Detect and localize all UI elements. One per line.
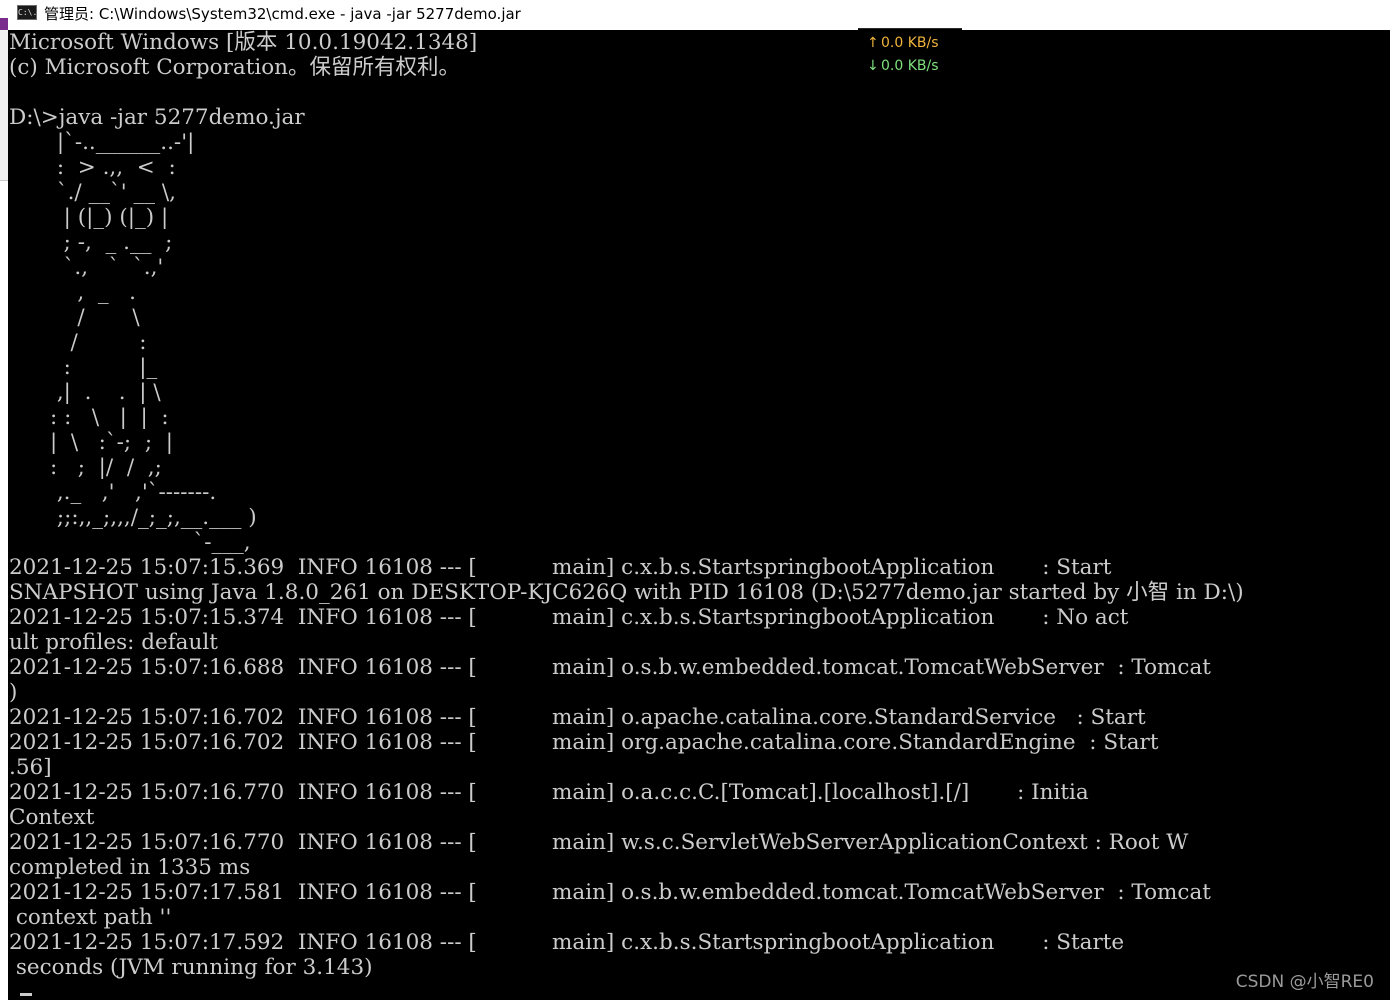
ascii-art-line: : ; |/ / ,;	[9, 455, 162, 480]
log-line: .56]	[9, 755, 52, 780]
console-line: (c) Microsoft Corporation。保留所有权利。	[9, 55, 460, 80]
arrow-up-icon: ↑	[867, 35, 879, 51]
ascii-art-line: | (|_) (|_) |	[9, 205, 169, 230]
watermark: CSDN @小智RE0	[1235, 972, 1374, 992]
ascii-art-line: `./ __`' __ \,	[9, 180, 176, 205]
ascii-art-line: ; -, _ .__ ;	[9, 230, 173, 255]
ascii-art-line: , _ .	[9, 280, 136, 305]
download-speed: ↓ 0.0 KB/s	[867, 58, 939, 74]
ascii-art-line: : > .,, < :	[9, 155, 176, 180]
console-line: Microsoft Windows [版本 10.0.19042.1348]	[9, 30, 478, 55]
ascii-art-line: ;;:,,_;,,,/_;_;,__.___ )	[9, 505, 257, 530]
ascii-art-line: : : \ | | :	[9, 405, 169, 430]
log-line: 2021-12-25 15:07:16.702 INFO 16108 --- […	[9, 730, 1159, 755]
ascii-art-line: `., ` `.,'	[9, 255, 164, 280]
log-line: )	[9, 680, 18, 705]
log-line: Context	[9, 805, 95, 830]
log-line: 2021-12-25 15:07:16.770 INFO 16108 --- […	[9, 830, 1189, 855]
ascii-art-line: ,._ ,' ,'`-------.	[9, 480, 217, 505]
log-line: 2021-12-25 15:07:17.592 INFO 16108 --- […	[9, 930, 1125, 955]
upload-speed: ↑ 0.0 KB/s	[867, 35, 939, 51]
window-title: 管理员: C:\Windows\System32\cmd.exe - java …	[44, 5, 521, 23]
arrow-down-icon: ↓	[867, 58, 879, 74]
log-line: ult profiles: default	[9, 630, 218, 655]
console-line: D:\>java -jar 5277demo.jar	[9, 105, 305, 130]
console-output[interactable]: Microsoft Windows [版本 10.0.19042.1348] (…	[9, 30, 1390, 1000]
cmd-window: C:\. 管理员: C:\Windows\System32\cmd.exe - …	[0, 0, 1390, 1000]
taskbar-edge	[0, 0, 8, 30]
title-bar[interactable]: C:\. 管理员: C:\Windows\System32\cmd.exe - …	[0, 0, 1390, 30]
log-line: 2021-12-25 15:07:16.688 INFO 16108 --- […	[9, 655, 1211, 680]
log-line: completed in 1335 ms	[9, 855, 251, 880]
ascii-art-line: |`-..______..-'|	[9, 130, 195, 155]
log-line: 2021-12-25 15:07:15.369 INFO 16108 --- […	[9, 555, 1112, 580]
network-speed-widget[interactable]: ↑ 0.0 KB/s ↓ 0.0 KB/s	[858, 28, 962, 81]
ascii-art-line: : |_	[9, 355, 158, 380]
ascii-art-line: / \	[9, 305, 140, 330]
log-line: context path ''	[9, 905, 172, 930]
log-line: 2021-12-25 15:07:15.374 INFO 16108 --- […	[9, 605, 1129, 630]
ascii-art-line: | \ :`-; ; |	[9, 430, 173, 455]
ascii-art-line: ,| . . | \	[9, 380, 161, 405]
desktop-edge	[0, 30, 8, 1000]
log-line: 2021-12-25 15:07:16.770 INFO 16108 --- […	[9, 780, 1089, 805]
log-line: seconds (JVM running for 3.143)	[9, 955, 373, 980]
ascii-art-line: `-___,	[9, 530, 251, 555]
console-lines: Microsoft Windows [版本 10.0.19042.1348] (…	[9, 30, 1244, 980]
log-line: 2021-12-25 15:07:16.702 INFO 16108 --- […	[9, 705, 1146, 730]
ascii-art-line: / :	[9, 330, 147, 355]
cmd-icon[interactable]: C:\.	[17, 5, 37, 20]
download-speed-value: 0.0 KB/s	[881, 58, 939, 74]
upload-speed-value: 0.0 KB/s	[881, 35, 939, 51]
log-line: SNAPSHOT using Java 1.8.0_261 on DESKTOP…	[9, 580, 1244, 605]
log-line: 2021-12-25 15:07:17.581 INFO 16108 --- […	[9, 880, 1211, 905]
text-cursor	[20, 993, 32, 996]
